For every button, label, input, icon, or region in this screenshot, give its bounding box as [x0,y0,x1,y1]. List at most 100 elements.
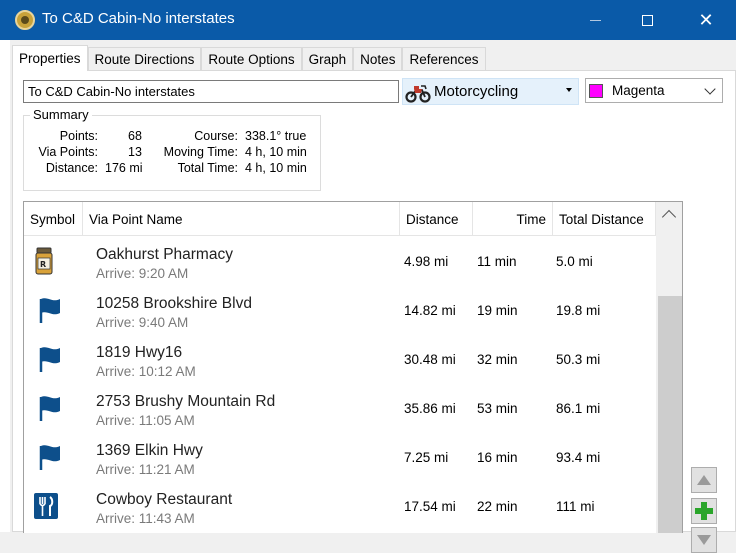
flag-icon [39,347,60,372]
motorcycle-icon [405,84,431,103]
route-color-dropdown[interactable]: Magenta [585,78,723,103]
moving-time-label: Moving Time: [163,145,238,159]
total-distance: 19.8 mi [556,303,601,318]
moving-time-value: 4 h, 10 min [245,145,307,159]
tab-notes[interactable]: Notes [353,47,403,71]
total-time-value: 4 h, 10 min [245,161,307,175]
restaurant-icon [34,493,58,519]
svg-text:R: R [40,260,46,269]
table-scrollbar[interactable] [656,202,682,533]
total-distance: 93.4 mi [556,450,601,465]
tab-route-directions[interactable]: Route Directions [87,47,202,71]
arrive-time: Arrive: 11:43 AM [96,511,195,526]
arrive-time: Arrive: 10:12 AM [96,364,196,379]
via-points-table: Symbol Via Point Name Distance Time Tota… [23,201,683,533]
leg-time: 16 min [477,450,518,465]
column-header-distance[interactable]: Distance [400,202,473,236]
total-distance: 5.0 mi [556,254,593,269]
via-point-name: Cowboy Restaurant [96,491,233,508]
app-icon [15,10,35,30]
dropdown-arrow-icon [566,88,572,92]
via-point-name: 1819 Hwy16 [96,344,183,361]
properties-panel: To C&D Cabin-No interstates Motorcycling… [12,70,736,553]
route-name-input[interactable]: To C&D Cabin-No interstates [23,80,399,103]
tab-strip: Properties Route Directions Route Option… [12,45,486,71]
distance-value: 176 mi [105,161,143,175]
move-up-button[interactable] [691,467,717,493]
total-distance: 111 mi [556,499,595,514]
close-button[interactable]: ✕ [681,0,731,40]
total-distance: 50.3 mi [556,352,601,367]
table-row[interactable]: 10258 Brookshire Blvd Arrive: 9:40 AM 14… [24,285,656,334]
background-window-edge [0,40,10,532]
column-header-symbol[interactable]: Symbol [24,202,83,236]
tab-properties[interactable]: Properties [12,45,88,71]
via-points-value: 13 [128,145,142,159]
leg-time: 19 min [477,303,518,318]
leg-distance: 14.82 mi [404,303,456,318]
pharmacy-icon: R [35,247,53,275]
close-icon: ✕ [698,9,714,30]
table-row[interactable]: 2753 Brushy Mountain Rd Arrive: 11:05 AM… [24,383,656,432]
column-header-total-distance[interactable]: Total Distance [553,202,656,236]
arrive-time: Arrive: 11:05 AM [96,413,195,428]
column-header-time[interactable]: Time [473,202,553,236]
leg-distance: 30.48 mi [404,352,456,367]
table-row[interactable]: 1369 Elkin Hwy Arrive: 11:21 AM 7.25 mi … [24,432,656,481]
plus-icon [695,502,713,520]
scroll-thumb[interactable] [658,296,682,533]
triangle-down-icon [697,535,711,545]
via-points-label: Via Points: [38,145,98,159]
leg-distance: 4.98 mi [404,254,449,269]
color-swatch [589,83,603,98]
total-distance: 86.1 mi [556,401,601,416]
arrive-time: Arrive: 11:21 AM [96,462,195,477]
move-down-button[interactable] [691,527,717,553]
triangle-up-icon [697,475,711,485]
total-time-label: Total Time: [177,161,238,175]
flag-icon [39,396,60,421]
title-bar: To C&D Cabin-No interstates ✕ [0,0,736,40]
color-label: Magenta [612,83,665,98]
window-title: To C&D Cabin-No interstates [42,10,235,27]
course-value: 338.1° true [245,129,307,143]
summary-group: Summary Points: 68 Via Points: 13 Distan… [23,107,321,191]
distance-label: Distance: [45,161,98,175]
activity-profile-dropdown[interactable]: Motorcycling [402,78,579,105]
points-label: Points: [59,129,98,143]
table-row[interactable]: 1819 Hwy16 Arrive: 10:12 AM 30.48 mi 32 … [24,334,656,383]
table-header: Symbol Via Point Name Distance Time Tota… [24,202,656,236]
tab-references[interactable]: References [402,47,486,71]
minimize-icon [589,19,601,21]
maximize-button[interactable] [622,0,672,40]
arrive-time: Arrive: 9:20 AM [96,266,189,281]
column-header-name[interactable]: Via Point Name [83,202,400,236]
via-point-name: 1369 Elkin Hwy [96,442,203,459]
leg-time: 11 min [477,254,517,269]
leg-time: 53 min [477,401,518,416]
add-via-point-button[interactable] [691,498,717,524]
points-value: 68 [128,129,142,143]
activity-profile-label: Motorcycling [434,83,519,100]
summary-legend: Summary [30,107,92,122]
leg-distance: 7.25 mi [404,450,449,465]
course-label: Course: [194,129,238,143]
flag-icon [39,445,60,470]
table-row[interactable]: Cowboy Restaurant Arrive: 11:43 AM 17.54… [24,481,656,530]
leg-distance: 35.86 mi [404,401,456,416]
arrive-time: Arrive: 9:40 AM [96,315,189,330]
via-point-name: 10258 Brookshire Blvd [96,295,252,312]
scroll-up-icon[interactable] [661,209,677,225]
tab-graph[interactable]: Graph [301,47,354,71]
leg-time: 22 min [477,499,518,514]
maximize-icon [641,14,653,26]
via-point-name: 2753 Brushy Mountain Rd [96,393,276,410]
chevron-down-icon [704,83,716,95]
minimize-button[interactable] [570,0,620,40]
route-properties-dialog: Properties Route Directions Route Option… [10,40,736,553]
via-point-name: Oakhurst Pharmacy [96,246,233,263]
tab-route-options[interactable]: Route Options [201,47,302,71]
leg-time: 32 min [477,352,518,367]
table-row[interactable]: R Oakhurst Pharmacy Arrive: 9:20 AM 4.98… [24,236,656,285]
flag-icon [39,298,60,323]
